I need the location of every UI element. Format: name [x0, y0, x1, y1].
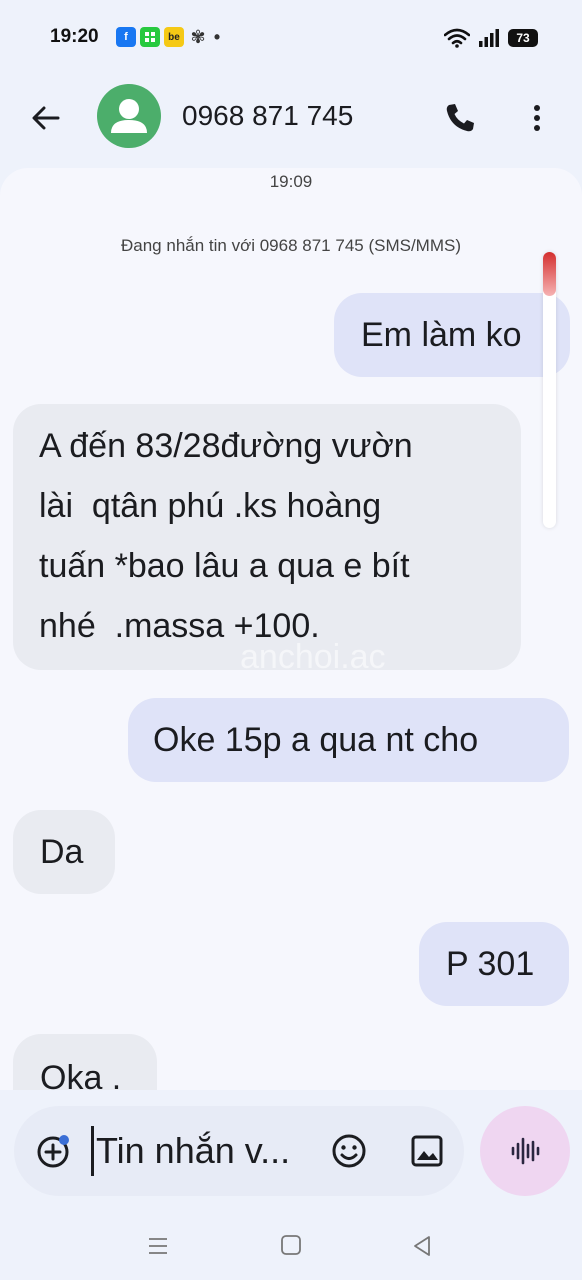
status-time: 19:20	[50, 26, 99, 47]
add-attachment-button[interactable]	[34, 1132, 72, 1170]
person-icon	[111, 99, 147, 133]
image-icon	[411, 1135, 443, 1167]
square-icon	[281, 1235, 301, 1255]
call-button[interactable]	[440, 98, 480, 138]
scrollbar-thumb[interactable]	[543, 252, 556, 296]
incoming-message[interactable]: Da	[13, 810, 115, 894]
status-right: 73	[444, 28, 538, 48]
back-button[interactable]	[26, 98, 66, 138]
status-bar: 19:20 f be ✾ • 73	[0, 0, 582, 80]
message-text: Oka .	[40, 1059, 122, 1090]
recents-button[interactable]	[146, 1234, 170, 1258]
signal-icon	[479, 29, 499, 47]
contact-title[interactable]: 0968 871 745	[182, 100, 353, 132]
gallery-button[interactable]	[408, 1132, 446, 1170]
dot-icon: •	[213, 26, 221, 47]
outgoing-message[interactable]: Em làm ko	[334, 293, 570, 377]
more-vert-icon	[534, 105, 540, 131]
home-button[interactable]	[280, 1234, 302, 1256]
watermark: anchoi.ac	[240, 638, 386, 676]
message-text: Da	[40, 833, 84, 871]
phone-icon	[446, 104, 474, 132]
outgoing-message[interactable]: Oke 15p a qua nt cho	[128, 698, 569, 782]
outgoing-message[interactable]: P 301	[419, 922, 569, 1006]
system-back-button[interactable]	[410, 1234, 434, 1258]
notification-icons: f be ✾ •	[116, 27, 222, 47]
menu-lines-icon	[149, 1238, 167, 1254]
message-text: lài qtân phú .ks hoàng	[39, 487, 382, 525]
message-list[interactable]: 19:09 Đang nhắn tin với 0968 871 745 (SM…	[0, 168, 582, 1090]
message-input[interactable]	[96, 1126, 326, 1176]
voice-message-button[interactable]	[480, 1106, 570, 1196]
facebook-icon: f	[116, 27, 136, 47]
system-nav-bar	[0, 1210, 582, 1280]
pinwheel-icon: ✾	[190, 26, 206, 47]
compose-bar	[14, 1106, 464, 1196]
add-circle-icon	[37, 1135, 69, 1168]
audio-wave-icon	[511, 1137, 540, 1165]
message-text: Oke 15p a qua nt cho	[153, 721, 479, 759]
incoming-message[interactable]: Oka .	[13, 1034, 157, 1090]
wifi-icon	[444, 28, 470, 48]
conversation-info: Đang nhắn tin với 0968 871 745 (SMS/MMS)	[121, 236, 461, 255]
triangle-back-icon	[414, 1236, 430, 1256]
message-text: tuấn *bao lâu a qua e bít	[39, 547, 410, 585]
message-text: A đến 83/28đường vườn	[39, 427, 413, 465]
be-app-icon: be	[164, 27, 184, 47]
emoji-icon	[332, 1134, 366, 1168]
more-options-button[interactable]	[522, 98, 552, 138]
emoji-button[interactable]	[330, 1132, 368, 1170]
incoming-message[interactable]: A đến 83/28đường vườn lài qtân phú .ks h…	[13, 404, 521, 670]
message-text: P 301	[446, 945, 535, 983]
grid-app-icon	[140, 27, 160, 47]
back-arrow-icon	[32, 106, 60, 130]
contact-avatar[interactable]	[97, 84, 161, 148]
message-text: Em làm ko	[361, 316, 522, 354]
text-cursor	[91, 1126, 94, 1176]
conversation-header: 0968 871 745	[0, 80, 582, 160]
message-timestamp: 19:09	[269, 172, 313, 191]
scrollbar[interactable]	[543, 252, 556, 528]
battery-indicator: 73	[508, 29, 538, 47]
